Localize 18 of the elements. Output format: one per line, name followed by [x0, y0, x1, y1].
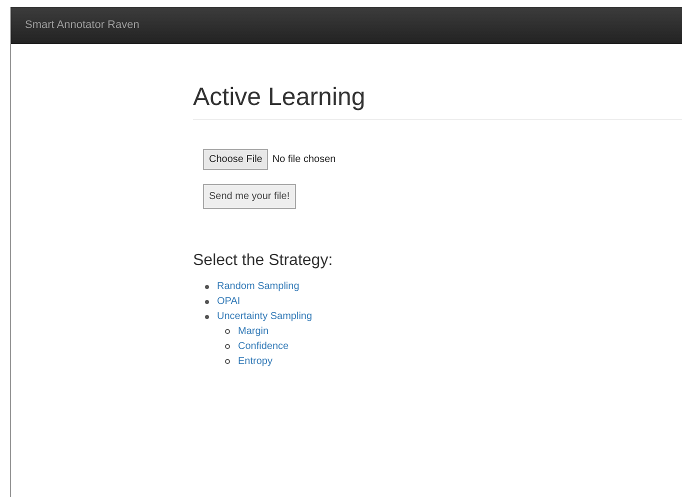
bullet-icon	[205, 314, 209, 319]
strategy-link[interactable]: Confidence	[238, 339, 289, 354]
strategy-link[interactable]: Uncertainty Sampling	[217, 309, 312, 324]
section-heading: Select the Strategy:	[193, 251, 334, 272]
bullet-icon	[205, 284, 209, 289]
bullet-icon	[205, 300, 209, 304]
strategy-link[interactable]: Margin	[238, 324, 269, 340]
send-file-button[interactable]: Send me your file!	[203, 184, 296, 210]
choose-file-button[interactable]: Choose File	[203, 149, 268, 170]
bullet-icon	[225, 329, 230, 334]
file-status: No file chosen	[272, 153, 336, 168]
bullet-icon	[225, 344, 230, 350]
strategy-link[interactable]: OPAI	[217, 294, 240, 310]
strategy-link[interactable]: Entropy	[238, 354, 272, 370]
strategy-link[interactable]: Random Sampling	[217, 279, 300, 294]
brand-link[interactable]: Smart Annotator Raven	[25, 17, 140, 34]
page-heading: Active Learning	[193, 82, 366, 113]
bullet-icon	[225, 359, 230, 364]
